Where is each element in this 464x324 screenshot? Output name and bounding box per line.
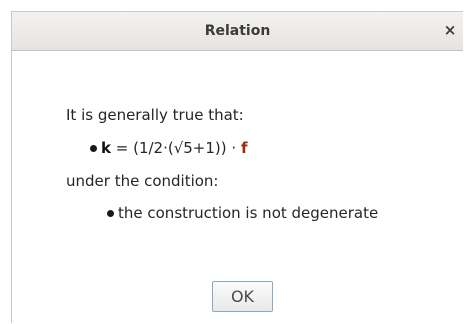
condition-text: the construction is not degenerate bbox=[118, 204, 379, 222]
condition-line: the construction is not degenerate bbox=[107, 204, 378, 222]
relation-expression: = (1/2·(√5+1)) · bbox=[110, 139, 241, 157]
ok-button[interactable]: OK bbox=[212, 281, 273, 312]
intro-text: It is generally true that: bbox=[66, 106, 244, 124]
relation-lhs: k bbox=[101, 139, 111, 157]
dialog-title: Relation bbox=[204, 23, 271, 39]
title-bar[interactable]: Relation × bbox=[12, 12, 463, 51]
relation-line: k = (1/2·(√5+1)) · f bbox=[90, 139, 247, 157]
relation-dialog: Relation × It is generally true that: k … bbox=[11, 11, 463, 323]
dialog-content: It is generally true that: k = (1/2·(√5+… bbox=[12, 51, 463, 323]
close-icon: × bbox=[443, 21, 457, 39]
bullet-icon bbox=[90, 145, 97, 152]
close-button[interactable]: × bbox=[441, 20, 459, 40]
condition-intro-text: under the condition: bbox=[66, 172, 219, 190]
bullet-icon bbox=[107, 210, 114, 217]
relation-rhs: f bbox=[240, 139, 248, 157]
